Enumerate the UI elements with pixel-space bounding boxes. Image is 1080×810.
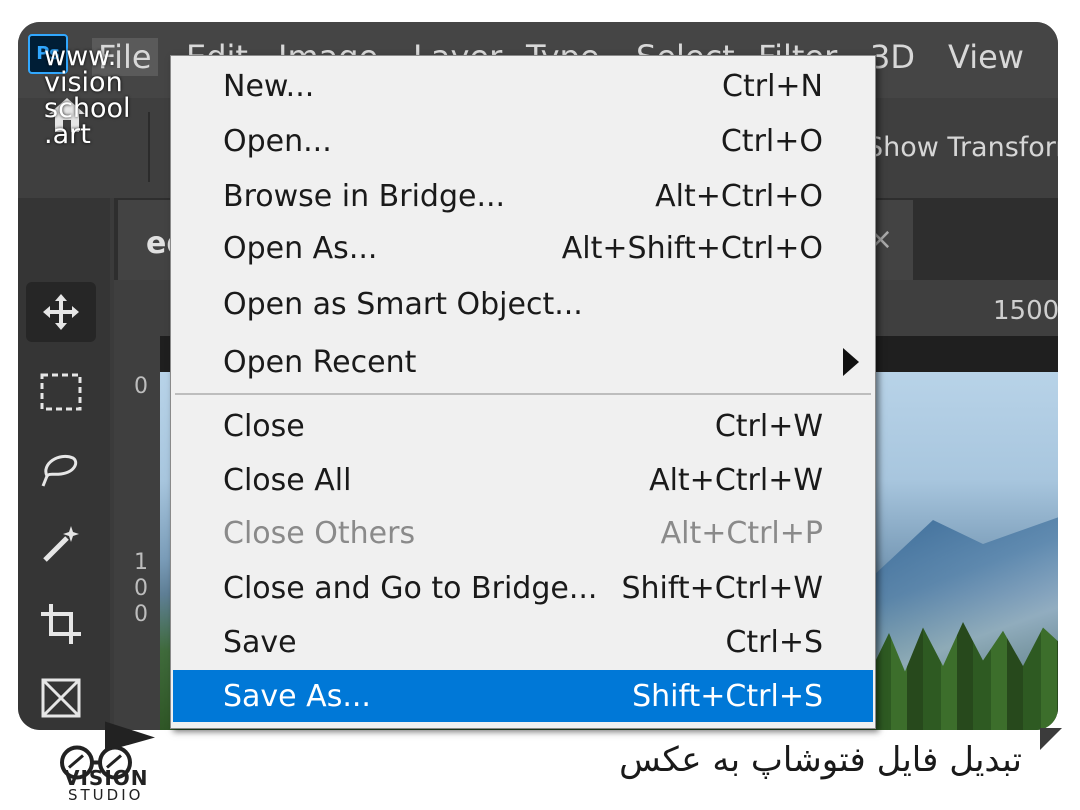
menu-item-open-as-smart-object[interactable]: Open as Smart Object... <box>173 278 873 330</box>
menu-item-label: Save As... <box>223 679 371 714</box>
menu-item-label: New... <box>223 69 315 104</box>
submenu-arrow-icon <box>843 348 859 376</box>
menu-item-close[interactable]: Close Ctrl+W <box>173 400 873 452</box>
menu-item-new[interactable]: New... Ctrl+N <box>173 60 873 112</box>
ruler-label: 1500 <box>993 296 1058 326</box>
persian-caption: تبدیل فایل فتوشاپ به عکس <box>619 740 1022 780</box>
menu-item-label: Close All <box>223 463 352 498</box>
menu-item-label: Open As... <box>223 231 378 266</box>
menu-item-close-all[interactable]: Close All Alt+Ctrl+W <box>173 454 873 506</box>
menu-item-save[interactable]: Save Ctrl+S <box>173 616 873 668</box>
menu-item-shortcut: Ctrl+N <box>722 69 823 104</box>
watermark-text: www. vision school .art <box>44 43 131 150</box>
menu-item-shortcut: Shift+Ctrl+W <box>621 571 823 606</box>
menu-item-label: Open as Smart Object... <box>223 287 583 322</box>
move-tool[interactable] <box>26 282 96 342</box>
menu-separator <box>175 393 871 395</box>
magic-wand-icon <box>43 526 79 562</box>
menu-item-close-and-go-to-bridge[interactable]: Close and Go to Bridge... Shift+Ctrl+W <box>173 562 873 614</box>
menu-item-label: Close Others <box>223 516 416 551</box>
ruler-label: 0 <box>134 576 148 601</box>
menu-item-label: Save <box>223 625 297 660</box>
menu-item-label: Open... <box>223 124 332 159</box>
menu-item-label: Browse in Bridge... <box>223 179 506 214</box>
show-transform-controls-label[interactable]: Show Transform Controls <box>866 132 1058 163</box>
menu-item-label: Close <box>223 409 305 444</box>
menu-item-open-as[interactable]: Open As... Alt+Shift+Ctrl+O <box>173 222 873 274</box>
menu-item-shortcut: Alt+Ctrl+W <box>649 463 823 498</box>
watermark-line: .art <box>44 119 91 150</box>
ruler-label: 0 <box>134 602 148 627</box>
menu-item-label: Close and Go to Bridge... <box>223 571 598 606</box>
options-divider <box>148 112 150 182</box>
file-menu-dropdown: New... Ctrl+N Open... Ctrl+O Browse in B… <box>170 55 876 729</box>
menu-item-shortcut: Alt+Ctrl+O <box>655 179 823 214</box>
menu-item-shortcut: Alt+Ctrl+P <box>660 516 823 551</box>
menu-3d[interactable]: 3D <box>870 38 915 76</box>
magic-wand-tool[interactable] <box>26 514 96 574</box>
magnetic-lasso-icon <box>41 455 78 487</box>
menu-item-save-as[interactable]: Save As... Shift+Ctrl+S <box>173 670 873 722</box>
rectangle-marquee-icon <box>40 373 82 411</box>
menu-item-shortcut: Ctrl+O <box>720 124 823 159</box>
crop-icon <box>41 604 81 644</box>
page-corner-fold <box>1040 728 1062 750</box>
menu-item-shortcut: Ctrl+S <box>725 625 823 660</box>
menu-item-browse-in-bridge[interactable]: Browse in Bridge... Alt+Ctrl+O <box>173 170 873 222</box>
menu-item-shortcut: Ctrl+W <box>714 409 823 444</box>
menu-item-open[interactable]: Open... Ctrl+O <box>173 115 873 167</box>
ruler-label: 1 <box>134 550 148 575</box>
menu-view[interactable]: View <box>948 38 1024 76</box>
move-icon <box>43 294 79 330</box>
menu-item-shortcut: Alt+Shift+Ctrl+O <box>561 231 823 266</box>
ruler-label: 0 <box>134 374 148 399</box>
crop-tool[interactable] <box>26 594 96 654</box>
menu-item-shortcut: Shift+Ctrl+S <box>632 679 823 714</box>
menu-item-close-others: Close Others Alt+Ctrl+P <box>173 507 873 559</box>
studio-subtitle: STUDIO <box>68 786 144 804</box>
tools-panel <box>18 198 110 730</box>
lasso-tool[interactable] <box>26 438 96 498</box>
marquee-tool[interactable] <box>26 362 96 422</box>
menu-item-open-recent[interactable]: Open Recent <box>173 336 873 388</box>
menu-item-label: Open Recent <box>223 345 417 380</box>
